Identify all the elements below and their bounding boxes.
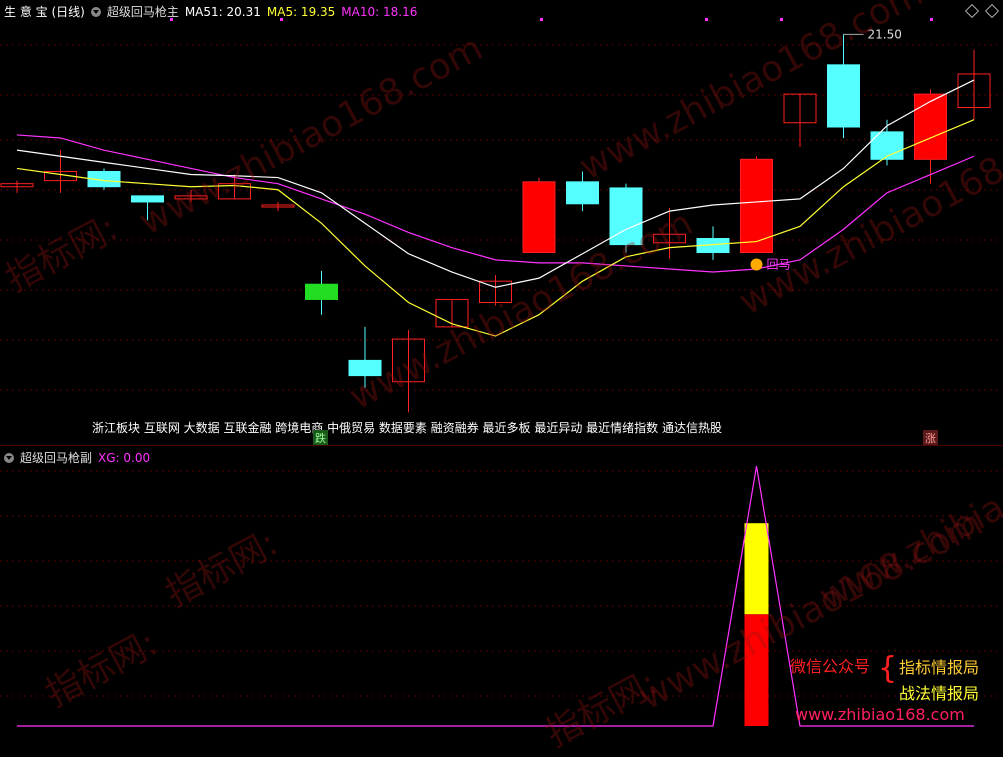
sub-chart-panel[interactable]: 超级回马枪副 XG: 0.00 微信公众号 { 指标情报局 战法情报局 www.… xyxy=(0,445,1003,731)
fall-badge: 跌 xyxy=(313,430,328,446)
candle-body xyxy=(740,158,773,254)
xg-line xyxy=(17,465,974,727)
sub-header: 超级回马枪副 XG: 0.00 xyxy=(4,449,150,466)
marker-dot xyxy=(930,18,933,21)
main-chart-canvas[interactable]: 21.50 回马 xyxy=(0,0,1003,445)
main-header: 生 意 宝 (日线) 超级回马枪主 MA51: 20.31 MA5: 19.35… xyxy=(4,3,417,20)
candle-body xyxy=(305,283,338,300)
sub-chart-canvas[interactable] xyxy=(0,446,1003,731)
signal-label: 回马 xyxy=(767,258,791,272)
candle-body xyxy=(827,64,860,128)
xg-yellow-bar xyxy=(744,523,769,615)
ma5-readout: MA5: 19.35 xyxy=(266,4,336,19)
marker-dot xyxy=(705,18,708,21)
rise-badge: 涨 xyxy=(923,430,938,446)
signal-icon xyxy=(750,258,763,271)
promo-brace: { xyxy=(878,651,898,686)
marker-dot xyxy=(540,18,543,21)
candle-body xyxy=(131,195,164,203)
indicator-dropdown-icon[interactable] xyxy=(90,6,101,17)
main-indicator-name[interactable]: 超级回马枪主 xyxy=(107,3,179,20)
stock-title: 生 意 宝 (日线) xyxy=(4,5,85,19)
candle-body xyxy=(566,181,599,205)
candle-body xyxy=(522,181,556,254)
promo-name-2: 战法情报局 xyxy=(899,684,980,703)
candle-body xyxy=(348,359,382,377)
high-price-label: 21.50 xyxy=(868,27,902,41)
sub-indicator-name[interactable]: 超级回马枪副 xyxy=(20,449,92,466)
main-chart-panel[interactable]: 21.50 回马 生 意 宝 (日线) 超级回马枪主 MA51: 20.31 MA… xyxy=(0,0,1003,446)
promo-url: www.zhibiao168.com xyxy=(795,705,965,724)
candle-body xyxy=(914,93,947,160)
ma51-readout: MA51: 20.31 xyxy=(184,4,261,19)
xg-red-bar xyxy=(744,614,769,726)
promo-name-1: 指标情报局 xyxy=(899,658,980,677)
marker-dot xyxy=(780,18,783,21)
promo-wechat: 微信公众号 xyxy=(790,657,871,676)
ma10-readout: MA10: 18.16 xyxy=(341,4,418,19)
ma10-line xyxy=(16,134,975,273)
xg-readout: XG: 0.00 xyxy=(98,450,151,465)
indicator-dropdown-icon[interactable] xyxy=(4,452,14,463)
sector-tags: 浙江板块 互联网 大数据 互联金融 跨境电商 中俄贸易 数据要素 融资融券 最近… xyxy=(92,421,722,435)
